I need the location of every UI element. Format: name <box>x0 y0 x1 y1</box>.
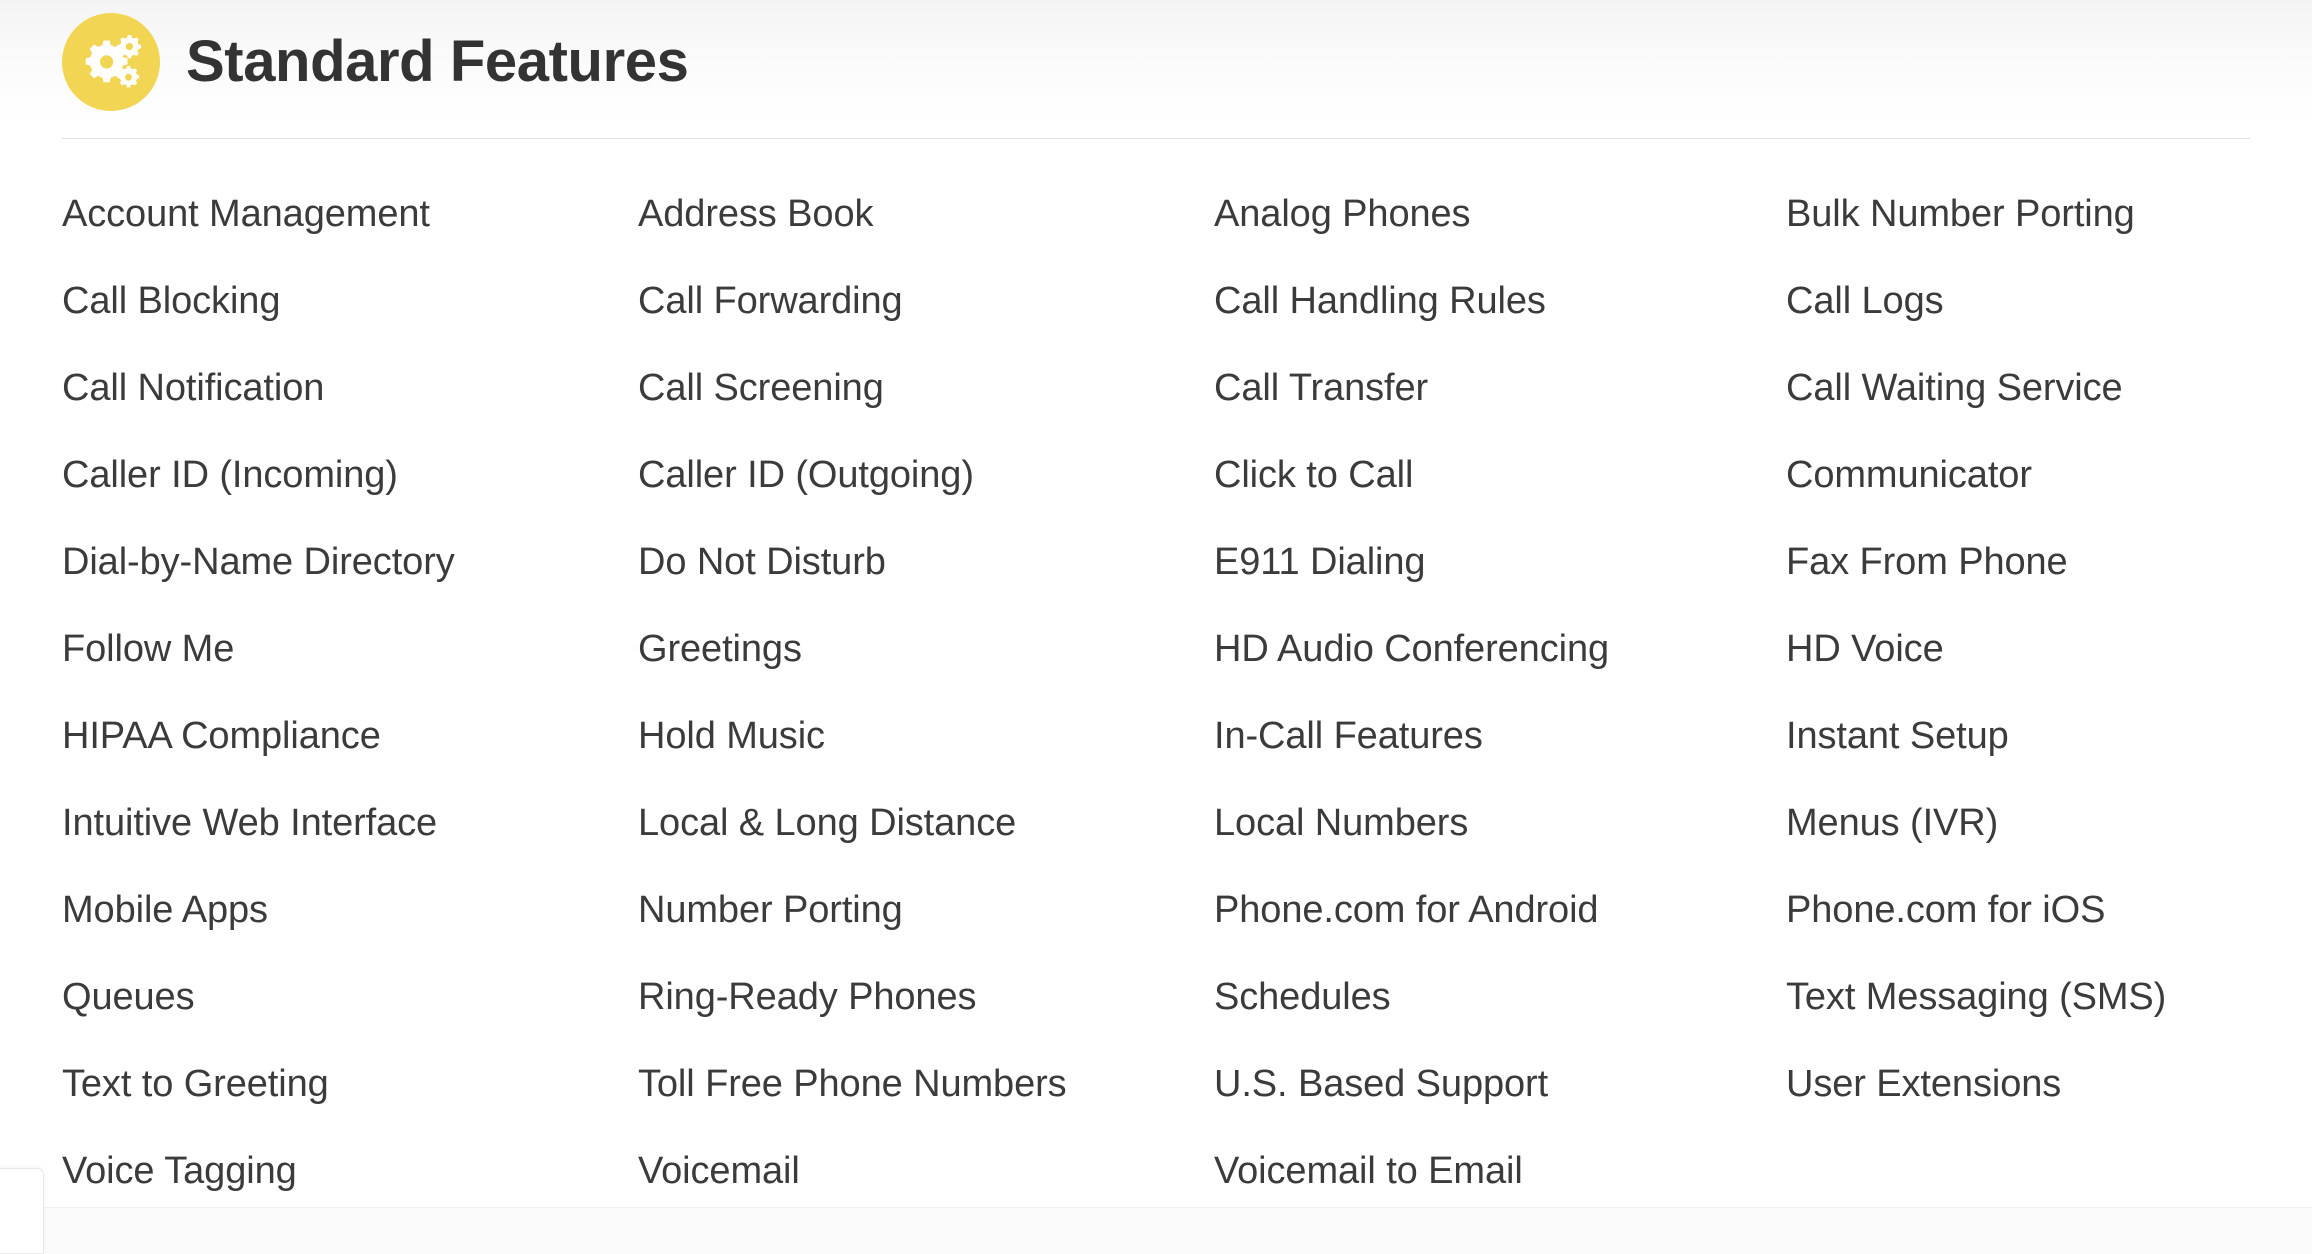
page-header: Standard Features <box>62 0 2250 111</box>
feature-item[interactable]: HD Voice <box>1786 630 2250 717</box>
features-column-1: Account Management Call Blocking Call No… <box>62 195 638 1239</box>
feature-item[interactable]: Greetings <box>638 630 1214 717</box>
feature-item[interactable]: Local Numbers <box>1214 804 1786 891</box>
features-grid: Account Management Call Blocking Call No… <box>62 195 2250 1239</box>
feature-item[interactable]: In-Call Features <box>1214 717 1786 804</box>
feature-item[interactable]: Call Handling Rules <box>1214 282 1786 369</box>
feature-item[interactable]: Intuitive Web Interface <box>62 804 638 891</box>
feature-item[interactable]: Caller ID (Outgoing) <box>638 456 1214 543</box>
page-bottom-strip <box>0 1207 2312 1254</box>
feature-item[interactable]: Account Management <box>62 195 638 282</box>
feature-item[interactable]: Click to Call <box>1214 456 1786 543</box>
feature-item[interactable]: Phone.com for Android <box>1214 891 1786 978</box>
feature-item[interactable]: Do Not Disturb <box>638 543 1214 630</box>
feature-item[interactable]: Communicator <box>1786 456 2250 543</box>
feature-item[interactable]: U.S. Based Support <box>1214 1065 1786 1152</box>
feature-item[interactable]: Call Waiting Service <box>1786 369 2250 456</box>
feature-item[interactable]: Mobile Apps <box>62 891 638 978</box>
feature-item[interactable]: Local & Long Distance <box>638 804 1214 891</box>
corner-widget[interactable]: ™ <box>0 1168 44 1254</box>
feature-item[interactable]: Dial-by-Name Directory <box>62 543 638 630</box>
gears-icon <box>62 13 160 111</box>
standard-features-page: Standard Features Account Management Cal… <box>0 0 2312 1254</box>
feature-item[interactable]: Call Notification <box>62 369 638 456</box>
feature-item[interactable]: Instant Setup <box>1786 717 2250 804</box>
feature-item[interactable]: Phone.com for iOS <box>1786 891 2250 978</box>
feature-item[interactable]: Text to Greeting <box>62 1065 638 1152</box>
features-column-4: Bulk Number Porting Call Logs Call Waiti… <box>1786 195 2250 1239</box>
feature-item[interactable]: Fax From Phone <box>1786 543 2250 630</box>
features-column-2: Address Book Call Forwarding Call Screen… <box>638 195 1214 1239</box>
feature-item[interactable]: HIPAA Compliance <box>62 717 638 804</box>
feature-item[interactable]: Ring-Ready Phones <box>638 978 1214 1065</box>
feature-item[interactable]: Number Porting <box>638 891 1214 978</box>
feature-item[interactable]: Follow Me <box>62 630 638 717</box>
feature-item[interactable]: Call Transfer <box>1214 369 1786 456</box>
feature-item[interactable]: Analog Phones <box>1214 195 1786 282</box>
feature-item[interactable]: Text Messaging (SMS) <box>1786 978 2250 1065</box>
feature-item[interactable]: Address Book <box>638 195 1214 282</box>
feature-item[interactable]: Call Logs <box>1786 282 2250 369</box>
feature-item[interactable]: Call Screening <box>638 369 1214 456</box>
feature-item[interactable]: Call Blocking <box>62 282 638 369</box>
feature-item[interactable]: User Extensions <box>1786 1065 2250 1152</box>
header-divider <box>62 138 2250 139</box>
feature-item[interactable]: Bulk Number Porting <box>1786 195 2250 282</box>
feature-item[interactable]: Menus (IVR) <box>1786 804 2250 891</box>
feature-item[interactable]: Caller ID (Incoming) <box>62 456 638 543</box>
feature-item[interactable]: HD Audio Conferencing <box>1214 630 1786 717</box>
feature-item[interactable]: Schedules <box>1214 978 1786 1065</box>
feature-item[interactable]: Hold Music <box>638 717 1214 804</box>
features-column-3: Analog Phones Call Handling Rules Call T… <box>1214 195 1786 1239</box>
page-title: Standard Features <box>186 29 689 94</box>
feature-item[interactable]: E911 Dialing <box>1214 543 1786 630</box>
feature-item[interactable]: Call Forwarding <box>638 282 1214 369</box>
feature-item[interactable]: Toll Free Phone Numbers <box>638 1065 1214 1152</box>
feature-item[interactable]: Queues <box>62 978 638 1065</box>
